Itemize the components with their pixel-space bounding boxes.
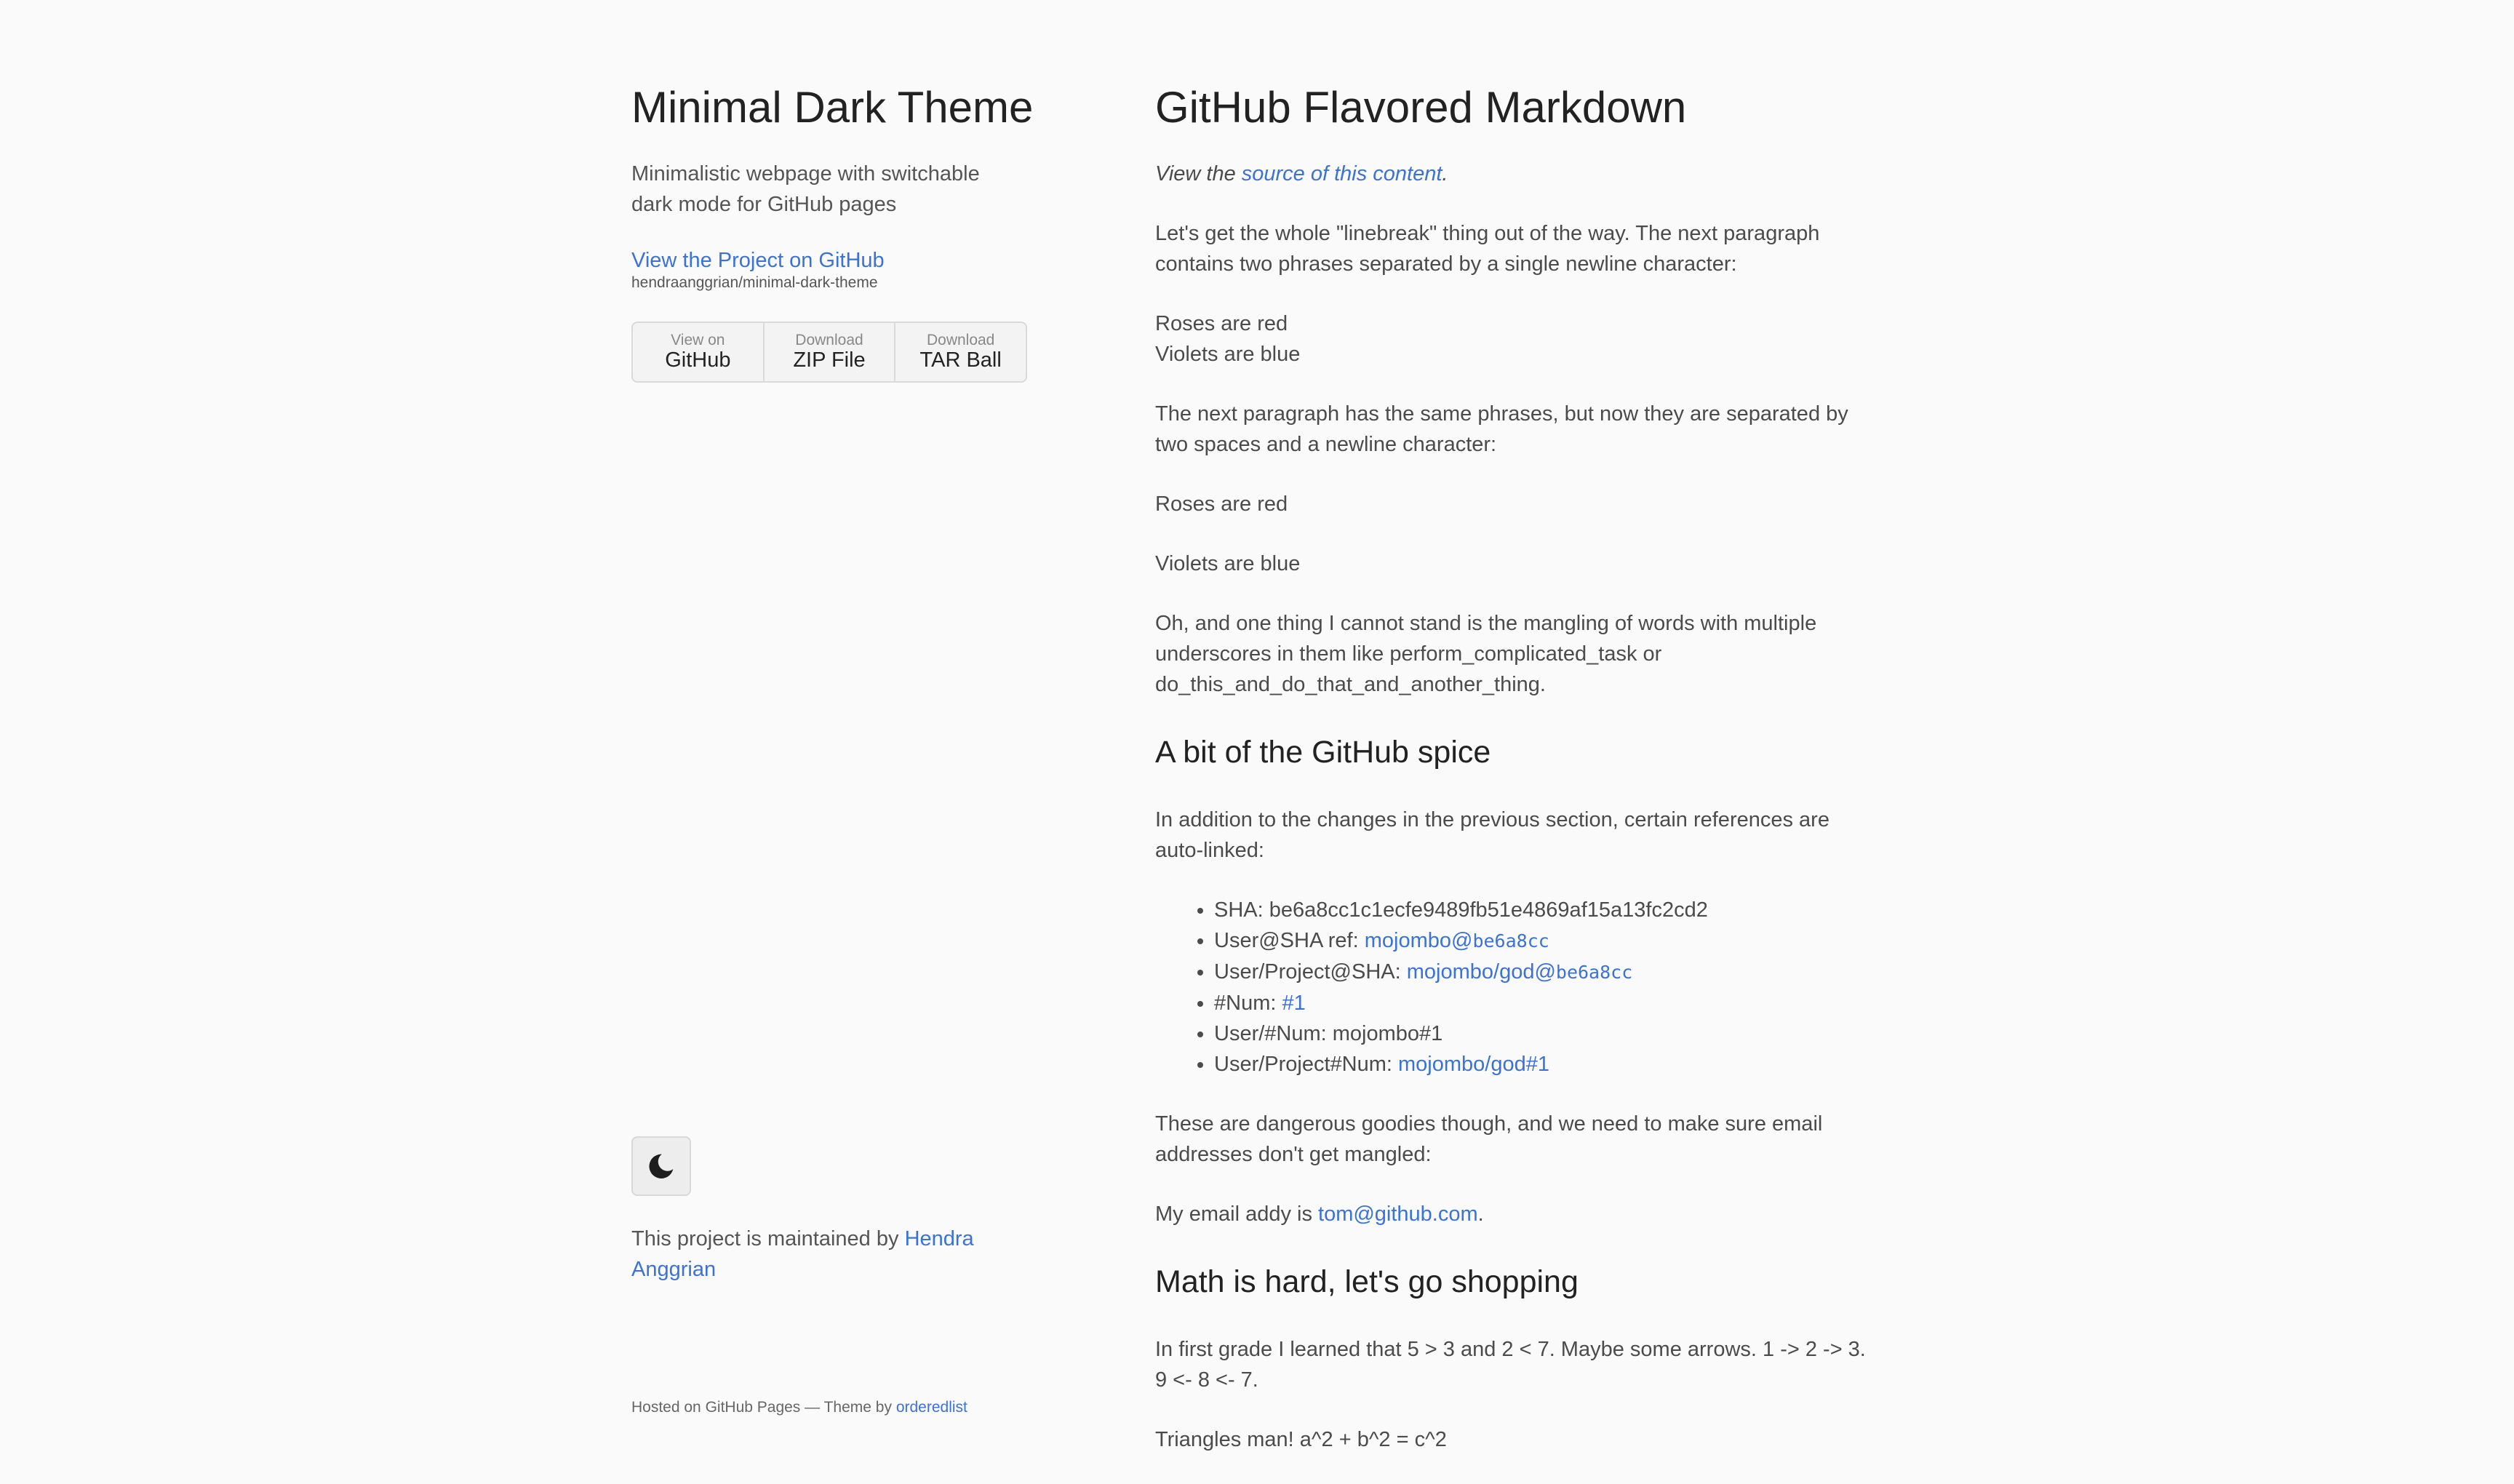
source-link[interactable]: source of this content — [1242, 162, 1442, 186]
projsha-link[interactable]: mojombo/god@be6a8cc — [1407, 960, 1633, 984]
email-prefix: My email addy is — [1155, 1202, 1319, 1226]
view-suffix: . — [1442, 162, 1448, 186]
site-description: Minimalistic webpage with switchable dar… — [631, 162, 980, 216]
ref-label: User/Project@SHA: — [1214, 960, 1407, 984]
button-label: GitHub — [665, 348, 731, 372]
ref-label: User@SHA ref: — [1214, 929, 1365, 952]
main-content: GitHub Flavored Markdown View the source… — [1155, 77, 1883, 1484]
download-tar-button[interactable]: Download TAR Ball — [895, 323, 1026, 381]
ref-label: #Num: — [1214, 992, 1282, 1015]
download-bar: View on GitHub Download ZIP File Downloa… — [631, 322, 1027, 383]
first-grade-paragraph: In first grade I learned that 5 > 3 and … — [1155, 1338, 1866, 1392]
view-project-link[interactable]: View the Project on GitHub — [631, 247, 1039, 274]
mangling-paragraph: Oh, and one thing I cannot stand is the … — [1155, 612, 1817, 696]
maintainer-prefix: This project is maintained by — [631, 1227, 905, 1250]
button-caption: Download — [795, 332, 863, 348]
list-item: User/Project@SHA: mojombo/god@be6a8cc — [1214, 957, 1883, 988]
ref-link-text: mojombo@ — [1364, 929, 1473, 952]
list-item: User@SHA ref: mojombo@be6a8cc — [1214, 925, 1883, 957]
spice-paragraph: In addition to the changes in the previo… — [1155, 808, 1829, 862]
repo-path: hendraanggrian/minimal-dark-theme — [631, 274, 878, 291]
roses-line: Roses are red — [1155, 312, 1288, 335]
list-item: User/Project#Num: mojombo/god#1 — [1214, 1049, 1883, 1080]
ref-value: mojombo#1 — [1332, 1022, 1443, 1045]
view-on-github-button[interactable]: View on GitHub — [633, 323, 765, 381]
reference-list: SHA: be6a8cc1c1ecfe9489fb51e4869af15a13f… — [1155, 895, 1883, 1080]
hosted-note: Hosted on GitHub Pages — Theme by ordere… — [631, 1397, 967, 1419]
button-caption: Download — [926, 332, 995, 348]
usersha-link[interactable]: mojombo@be6a8cc — [1365, 929, 1549, 952]
page-title: GitHub Flavored Markdown — [1155, 83, 1687, 132]
ref-link-text: mojombo/god@ — [1406, 960, 1556, 984]
button-caption: View on — [671, 332, 725, 348]
download-zip-button[interactable]: Download ZIP File — [765, 323, 896, 381]
project-issue-link[interactable]: mojombo/god#1 — [1398, 1053, 1549, 1076]
ref-value: be6a8cc1c1ecfe9489fb51e4869af15a13fc2cd2 — [1269, 898, 1708, 922]
view-prefix: View the — [1155, 162, 1242, 186]
ref-code: be6a8cc — [1555, 962, 1633, 983]
moon-icon — [649, 1154, 674, 1178]
ref-label: SHA: — [1214, 898, 1269, 922]
list-item: SHA: be6a8cc1c1ecfe9489fb51e4869af15a13f… — [1214, 895, 1883, 925]
next-paragraph: The next paragraph has the same phrases,… — [1155, 402, 1848, 456]
ref-label: User/Project#Num: — [1214, 1053, 1399, 1076]
button-label: TAR Ball — [919, 348, 1002, 372]
button-label: ZIP File — [793, 348, 866, 372]
violets-line: Violets are blue — [1155, 343, 1301, 366]
email-paragraph: My email addy is tom@github.com. — [1155, 1199, 1883, 1229]
theme-author-link[interactable]: orderedlist — [896, 1399, 967, 1416]
triangles-paragraph: Triangles man! a^2 + b^2 = c^2 — [1155, 1428, 1447, 1451]
ref-label: User/#Num: — [1214, 1022, 1333, 1045]
issue-link[interactable]: #1 — [1282, 992, 1305, 1015]
sidebar: Minimal Dark Theme Minimalistic webpage … — [631, 77, 1039, 1430]
ref-code: be6a8cc — [1472, 930, 1549, 952]
list-item: #Num: #1 — [1214, 988, 1883, 1018]
roses-paragraph: Roses are red — [1155, 492, 1288, 516]
math-heading: Math is hard, let's go shopping — [1155, 1264, 1579, 1299]
view-source-paragraph: View the source of this content. — [1155, 159, 1883, 189]
violets-paragraph: Violets are blue — [1155, 552, 1301, 575]
linebreak-paragraph: Let's get the whole "linebreak" thing ou… — [1155, 222, 1820, 276]
hosted-prefix: Hosted on GitHub Pages — Theme by — [631, 1399, 896, 1416]
email-suffix: . — [1477, 1202, 1484, 1226]
dangerous-paragraph: These are dangerous goodies though, and … — [1155, 1112, 1823, 1166]
maintainer-note: This project is maintained by Hendra Ang… — [631, 1224, 1039, 1285]
email-link[interactable]: tom@github.com — [1318, 1202, 1478, 1226]
theme-toggle-button[interactable] — [631, 1136, 691, 1196]
spice-heading: A bit of the GitHub spice — [1155, 735, 1491, 770]
list-item: User/#Num: mojombo#1 — [1214, 1018, 1883, 1049]
site-title: Minimal Dark Theme — [631, 83, 1034, 132]
poem-single-newline: Roses are red Violets are blue — [1155, 308, 1883, 370]
